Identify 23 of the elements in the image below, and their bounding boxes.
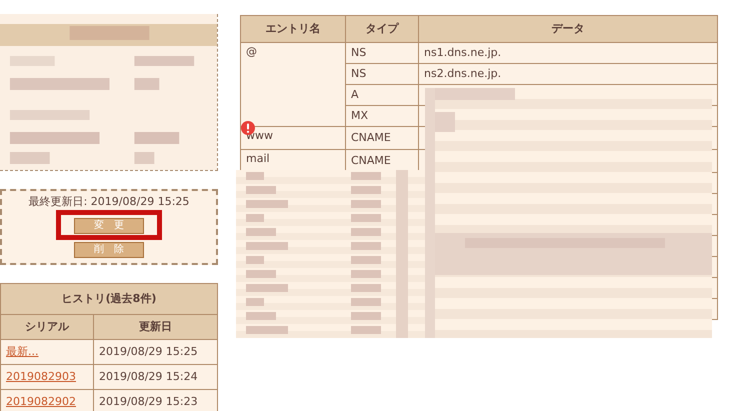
column-header: シリアル: [0, 314, 94, 340]
action-button[interactable]: 変 更: [74, 218, 144, 234]
table-cell: NS: [346, 64, 418, 84]
table-cell: ns1.dns.ne.jp.: [418, 42, 718, 64]
warning-icon: [241, 121, 255, 135]
table-cell: CNAME: [346, 126, 418, 150]
table-cell: 2019/08/29 15:24: [94, 364, 218, 390]
entry-name: mail: [246, 152, 270, 165]
table-cell: MX: [346, 106, 418, 126]
column-header: タイプ: [346, 16, 418, 42]
serial-link[interactable]: 最新...: [6, 345, 38, 358]
last-updated-text: 最終更新日: 2019/08/29 15:25: [28, 195, 190, 209]
table-title: ヒストリ(過去8件): [0, 284, 218, 314]
action-button[interactable]: 削 除: [74, 242, 144, 258]
table-cell: A: [346, 84, 418, 106]
table-cell: 2019/08/29 15:25: [94, 340, 218, 364]
column-header: 更新日: [94, 314, 218, 340]
table-cell: 2019/08/29 15:23: [94, 390, 218, 411]
table-cell: ns2.dns.ne.jp.: [418, 64, 718, 84]
column-header: データ: [418, 16, 718, 42]
table-cell: NS: [346, 42, 418, 64]
entry-name: @: [246, 45, 257, 58]
column-header: エントリ名: [240, 16, 346, 42]
